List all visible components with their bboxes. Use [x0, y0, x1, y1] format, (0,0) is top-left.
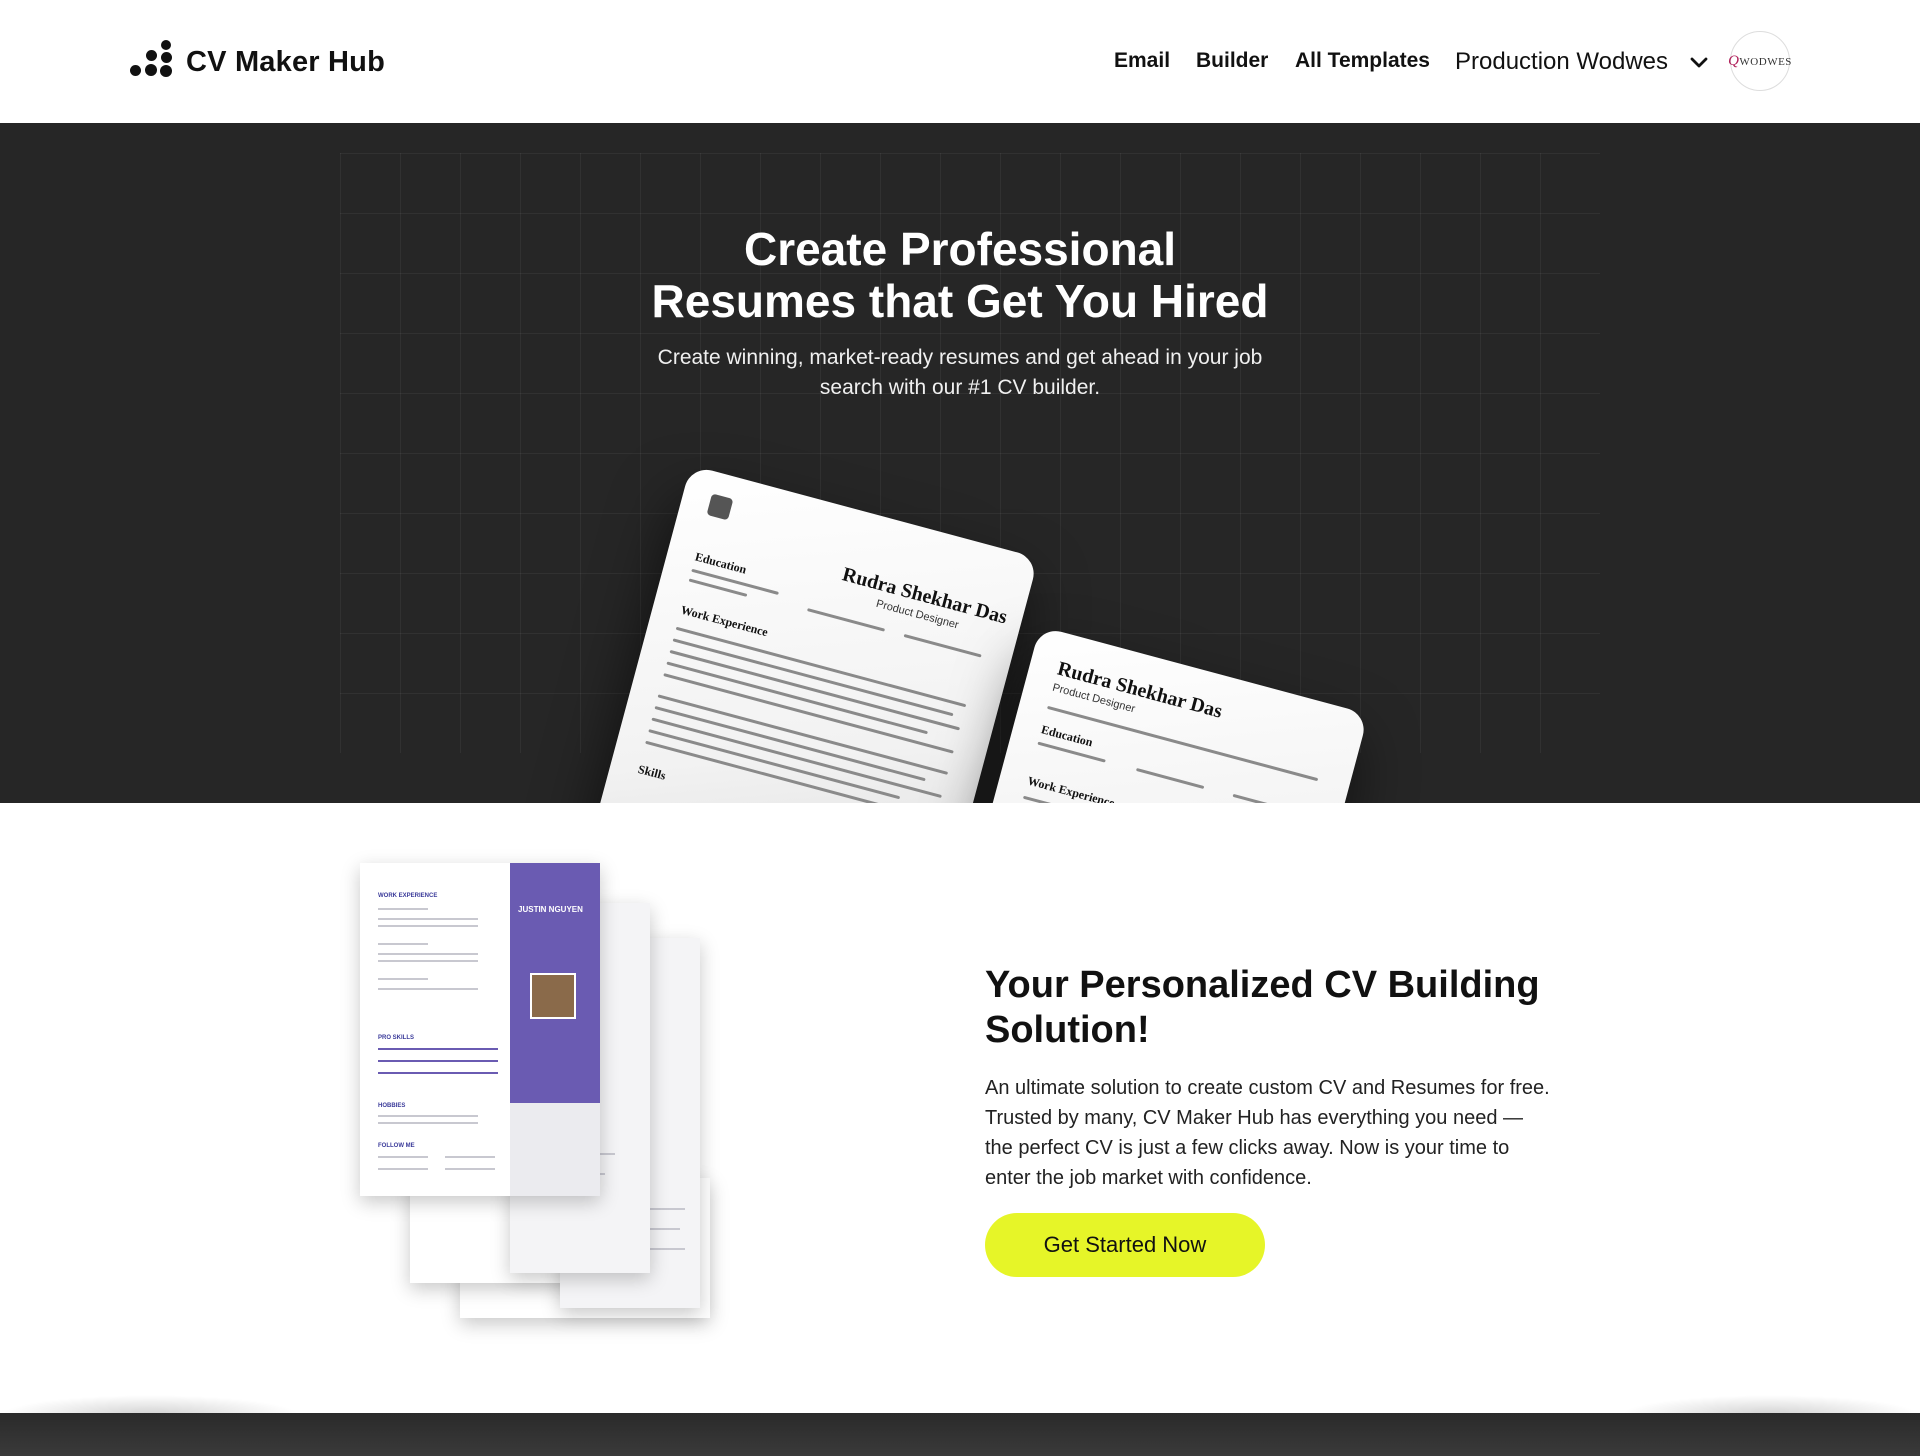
brand-name: CV Maker Hub	[186, 45, 385, 78]
feature-description: An ultimate solution to create custom CV…	[985, 1077, 1550, 1189]
template-name: JUSTIN NGUYEN	[518, 905, 583, 914]
section-shadow	[0, 1395, 300, 1415]
next-section-dark-band	[0, 1413, 1920, 1456]
feature-section: JUSTIN NGUYEN WORK EXPERIENCE PRO SKILLS…	[0, 803, 1920, 1413]
resume-photo	[706, 493, 734, 521]
hero-subtitle: Create winning, market-ready resumes and…	[657, 346, 1263, 399]
logo-dots-icon	[130, 40, 174, 84]
hero-title: Create Professional Resumes that Get You…	[0, 223, 1920, 327]
feature-title: Your Personalized CV Building Solution!	[985, 964, 1540, 1051]
resume-section-heading: Skills	[636, 761, 668, 783]
resume-section-heading: Work Experience	[1026, 773, 1117, 803]
hero-section: Create Professional Resumes that Get You…	[0, 123, 1920, 803]
resume-section-heading: Work Experience	[679, 602, 770, 640]
template-photo	[530, 973, 576, 1019]
nav-builder[interactable]: Builder	[1196, 49, 1268, 73]
get-started-button[interactable]: Get Started Now	[985, 1213, 1265, 1277]
user-avatar[interactable]: QWODWES	[1728, 31, 1792, 91]
nav-email[interactable]: Email	[1114, 49, 1170, 73]
nav-all-templates[interactable]: All Templates	[1295, 49, 1430, 73]
template-page-front: JUSTIN NGUYEN WORK EXPERIENCE PRO SKILLS…	[360, 863, 600, 1196]
hero-title-line2: Resumes that Get You Hired	[651, 275, 1269, 327]
template-stack-illustration: JUSTIN NGUYEN WORK EXPERIENCE PRO SKILLS…	[360, 863, 720, 1333]
chevron-down-icon[interactable]	[1688, 52, 1710, 74]
section-shadow	[1620, 1395, 1920, 1415]
brand-logo[interactable]: CV Maker Hub	[130, 40, 385, 84]
site-header: CV Maker Hub Email Builder All Templates…	[0, 0, 1920, 123]
user-menu-name[interactable]: Production Wodwes	[1455, 48, 1668, 76]
hero-title-line1: Create Professional	[743, 223, 1177, 275]
avatar-logo-text: QWODWES	[1728, 52, 1792, 69]
